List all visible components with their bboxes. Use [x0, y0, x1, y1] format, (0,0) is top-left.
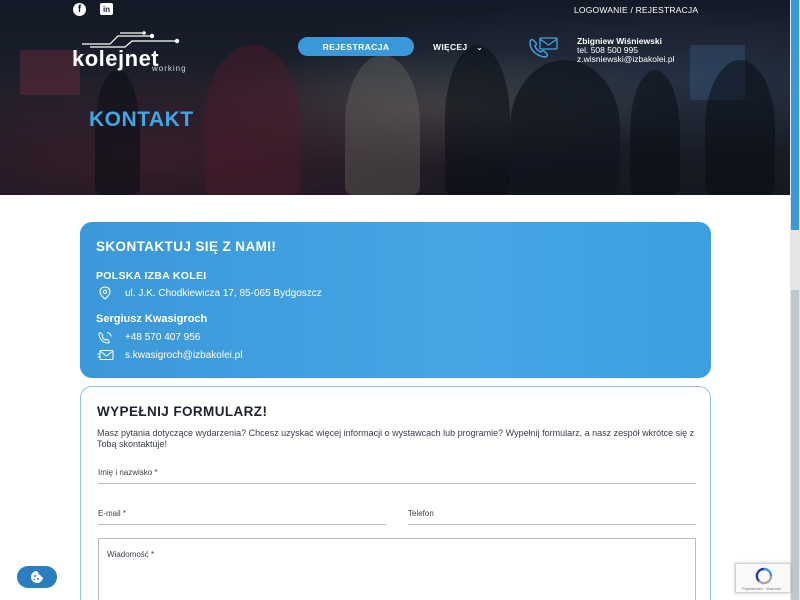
- logo-wordmark: kolejnet: [72, 46, 160, 71]
- contact-card-heading: SKONTAKTUJ SIĘ Z NAMI!: [96, 239, 277, 254]
- cookie-icon: [31, 571, 43, 583]
- contact-card: SKONTAKTUJ SIĘ Z NAMI! POLSKA IZBA KOLEI…: [80, 222, 711, 378]
- logo[interactable]: kolejnet working: [72, 30, 202, 74]
- form-description: Masz pytania dotyczące wydarzenia? Chces…: [97, 428, 695, 449]
- address-row: ul. J.K. Chodkiewicza 17, 85-065 Bydgosz…: [96, 286, 322, 300]
- login-register-link[interactable]: LOGOWANIE / REJESTRACJA: [574, 5, 698, 15]
- email-field-label: E-mail *: [98, 509, 127, 518]
- contact-form: WYPEŁNIJ FORMULARZ! Masz pytania dotyczą…: [80, 386, 711, 600]
- phone-field-label: Telefon: [408, 509, 434, 518]
- organization-name: POLSKA IZBA KOLEI: [96, 270, 207, 282]
- recaptcha-badge[interactable]: Prywatność · Warunki: [735, 563, 790, 593]
- email-field[interactable]: E-mail *: [98, 509, 386, 525]
- chevron-down-icon: ⌄: [476, 43, 484, 52]
- message-field-label: Wiadomość *: [107, 550, 155, 559]
- header-contact-email[interactable]: z.wisniewski@izbakolei.pl: [577, 54, 674, 64]
- scrollbar[interactable]: [790, 0, 800, 600]
- message-field[interactable]: Wiadomość *: [98, 538, 696, 600]
- phone-field[interactable]: Telefon: [408, 509, 696, 525]
- form-heading: WYPEŁNIJ FORMULARZ!: [97, 404, 268, 419]
- email-row: s.kwasigroch@izbakolei.pl: [96, 348, 242, 362]
- contact-phone[interactable]: +48 570 407 956: [125, 332, 200, 343]
- name-field[interactable]: Imię i nazwisko *: [98, 468, 696, 484]
- logo-tagline: working: [152, 64, 187, 73]
- linkedin-icon[interactable]: in: [100, 3, 113, 15]
- email-icon: [96, 348, 114, 362]
- more-menu[interactable]: WIĘCEJ ⌄: [433, 42, 483, 52]
- phone-icon: [96, 330, 114, 344]
- facebook-icon[interactable]: f: [73, 3, 86, 16]
- scrollbar-thumb[interactable]: [791, 0, 799, 230]
- contact-person-name: Sergiusz Kwasigroch: [96, 313, 208, 325]
- register-button[interactable]: REJESTRACJA: [298, 37, 414, 56]
- phone-row: +48 570 407 956: [96, 330, 200, 344]
- scrollbar-track-lower: [791, 290, 799, 600]
- location-pin-icon: [96, 286, 114, 300]
- recaptcha-icon: [755, 567, 773, 585]
- recaptcha-text[interactable]: Prywatność · Warunki: [742, 586, 781, 591]
- more-menu-label: WIĘCEJ: [433, 42, 468, 52]
- cookie-settings-button[interactable]: [17, 566, 57, 588]
- contact-email[interactable]: s.kwasigroch@izbakolei.pl: [125, 350, 242, 361]
- name-field-label: Imię i nazwisko *: [98, 468, 158, 477]
- hero-banner: f in LOGOWANIE / REJESTRACJA kolejnet wo…: [0, 0, 790, 195]
- page-title: KONTAKT: [89, 108, 194, 131]
- address-text: ul. J.K. Chodkiewicza 17, 85-065 Bydgosz…: [125, 287, 322, 299]
- phone-contact-icon: [529, 37, 558, 58]
